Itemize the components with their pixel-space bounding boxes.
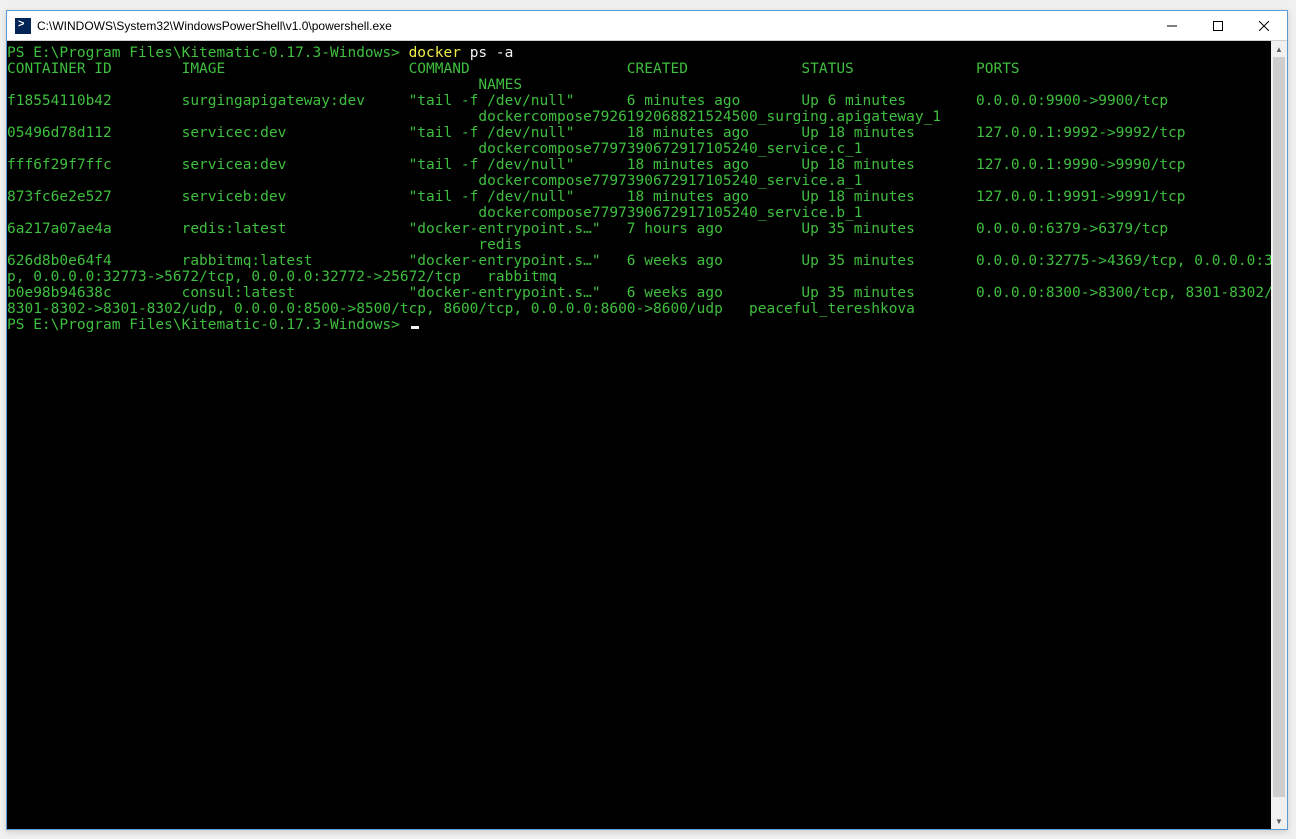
close-button[interactable] [1241,11,1287,40]
cmd-args: ps -a [470,45,514,61]
close-icon [1259,21,1269,31]
table-row: dockercompose7797390672917105240_service… [7,205,863,221]
table-row: redis [7,237,522,253]
prompt-path: PS E:\Program Files\Kitematic-0.17.3-Win… [7,317,409,333]
maximize-icon [1213,21,1223,31]
header-line: NAMES [7,77,522,93]
table-row: 873fc6e2e527 serviceb:dev "tail -f /dev/… [7,189,1271,205]
table-row: dockercompose7797390672917105240_service… [7,173,863,189]
table-row: 6a217a07ae4a redis:latest "docker-entryp… [7,221,1271,237]
table-row: p, 0.0.0.0:32773->5672/tcp, 0.0.0.0:3277… [7,269,557,285]
table-row: 626d8b0e64f4 rabbitmq:latest "docker-ent… [7,253,1271,269]
table-row: dockercompose7797390672917105240_service… [7,141,863,157]
titlebar[interactable]: C:\WINDOWS\System32\WindowsPowerShell\v1… [7,11,1287,41]
minimize-icon [1167,21,1177,31]
header-line: CONTAINER ID IMAGE COMMAND CREATED STATU… [7,61,1271,77]
maximize-button[interactable] [1195,11,1241,40]
minimize-button[interactable] [1149,11,1195,40]
scrollbar-thumb[interactable] [1273,57,1285,797]
scroll-down-icon[interactable]: ▼ [1271,813,1287,829]
table-row: f18554110b42 surgingapigateway:dev "tail… [7,93,1271,109]
cmd-docker: docker [409,45,470,61]
window-controls [1149,11,1287,40]
window-title: C:\WINDOWS\System32\WindowsPowerShell\v1… [37,19,392,33]
powershell-window: C:\WINDOWS\System32\WindowsPowerShell\v1… [6,10,1288,830]
console-output[interactable]: PS E:\Program Files\Kitematic-0.17.3-Win… [7,41,1271,829]
table-row: dockercompose7926192068821524500_surging… [7,109,941,125]
table-row: 8301-8302->8301-8302/udp, 0.0.0.0:8500->… [7,301,915,317]
prompt-path: PS E:\Program Files\Kitematic-0.17.3-Win… [7,45,409,61]
table-row: b0e98b94638c consul:latest "docker-entry… [7,285,1271,301]
table-row: 05496d78d112 servicec:dev "tail -f /dev/… [7,125,1271,141]
cursor [411,326,419,329]
vertical-scrollbar[interactable]: ▲ ▼ [1271,41,1287,829]
powershell-icon [15,18,31,34]
scroll-up-icon[interactable]: ▲ [1271,41,1287,57]
console-area: PS E:\Program Files\Kitematic-0.17.3-Win… [7,41,1287,829]
table-row: fff6f29f7ffc servicea:dev "tail -f /dev/… [7,157,1271,173]
